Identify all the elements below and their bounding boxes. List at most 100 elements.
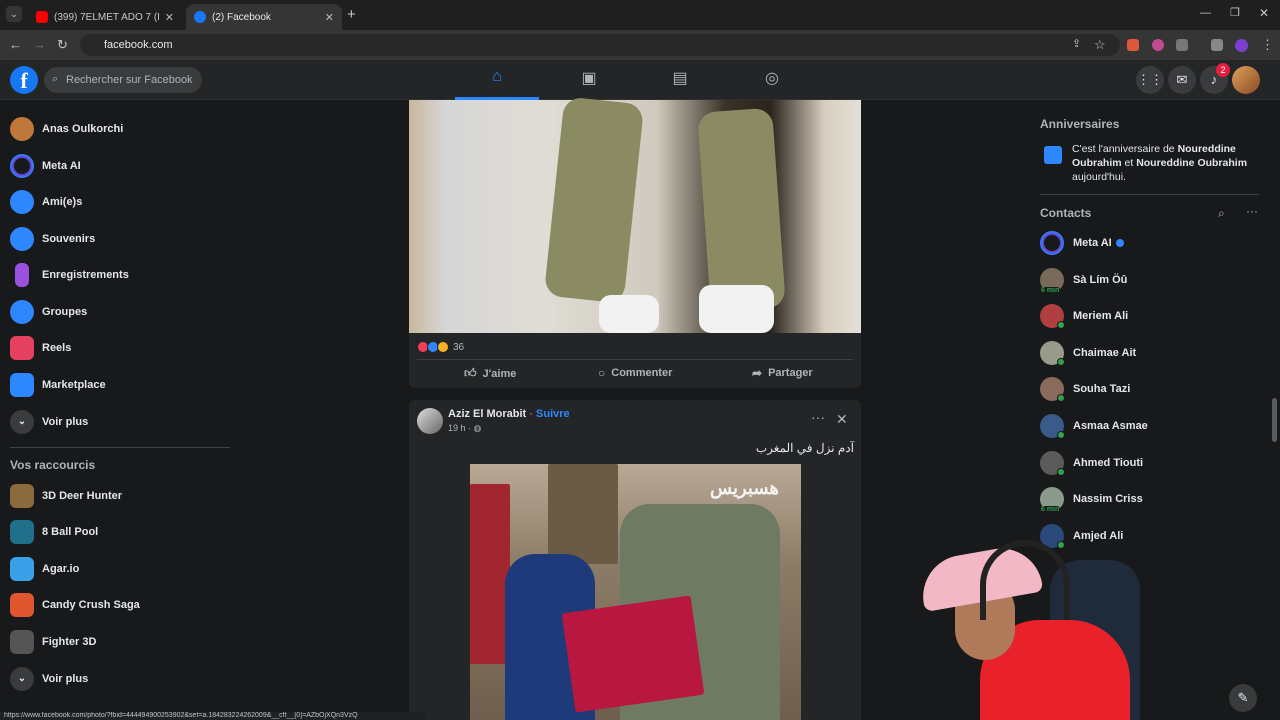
post-photo[interactable]: [409, 96, 861, 333]
close-icon[interactable]: ✕: [165, 11, 174, 24]
shortcut-item[interactable]: 3D Deer Hunter: [10, 482, 122, 510]
follow-link[interactable]: Suivre: [536, 408, 570, 420]
facebook-logo[interactable]: f: [10, 66, 38, 94]
reaction-summary[interactable]: 36: [417, 341, 464, 353]
marketplace-icon[interactable]: ▤: [638, 68, 722, 100]
minimize-icon[interactable]: —: [1200, 7, 1211, 19]
tab-youtube[interactable]: (399) 7ELMET ADO 7 (Prod. By ✕: [28, 4, 182, 30]
avatar: [1040, 451, 1065, 476]
flag-shape: [470, 484, 510, 664]
post-meta: 19 h · ◍: [448, 423, 482, 433]
forward-icon[interactable]: →: [33, 37, 46, 52]
contact-item[interactable]: Meta AI: [1040, 229, 1124, 257]
more-options-icon[interactable]: ···: [811, 409, 825, 425]
last-active-badge: 6 min: [1040, 506, 1061, 513]
sidebar-item-label: Reels: [42, 342, 72, 354]
puzzle-icon[interactable]: [1176, 39, 1188, 51]
sidebar-item-reels[interactable]: Reels: [10, 334, 71, 362]
window-close-icon[interactable]: ✕: [1259, 6, 1269, 20]
shop-icon: [10, 373, 34, 397]
contact-item[interactable]: Souha Tazi: [1040, 375, 1130, 403]
contact-name: Nassim Criss: [1073, 493, 1143, 505]
install-icon[interactable]: ⇪: [1072, 37, 1081, 50]
contact-item[interactable]: 6 min Nassim Criss: [1040, 485, 1143, 513]
sidebar-item-profile[interactable]: Anas Oulkorchi: [10, 115, 123, 143]
sidebar-item-saved[interactable]: Enregistrements: [10, 261, 129, 289]
close-icon[interactable]: ✕: [836, 411, 848, 428]
tab-label: (399) 7ELMET ADO 7 (Prod. By: [54, 11, 159, 23]
home-icon[interactable]: ⌂: [455, 68, 539, 100]
shortcut-label: 8 Ball Pool: [42, 526, 99, 538]
comment-icon: ○: [598, 366, 606, 380]
shortcut-label: Candy Crush Saga: [42, 599, 140, 611]
maximize-icon[interactable]: ❐: [1230, 6, 1240, 19]
online-indicator: [1057, 321, 1065, 329]
share-button[interactable]: ➦ Partager: [752, 366, 813, 380]
profile-icon[interactable]: [1235, 39, 1248, 52]
shortcut-item[interactable]: Candy Crush Saga: [10, 591, 140, 619]
sidebar-item-label: Anas Oulkorchi: [42, 123, 124, 135]
messenger-icon[interactable]: ✉: [1168, 66, 1196, 94]
birthday-notice[interactable]: C'est l'anniversaire de Noureddine Oubra…: [1072, 142, 1257, 184]
new-tab-button[interactable]: +: [347, 6, 356, 23]
facebook-header: f Rechercher sur Facebook ⌕ ⌂ ▣ ▤ ◎ ⋮⋮ ✉…: [0, 60, 1280, 100]
sidebar-item-label: Voir plus: [42, 673, 89, 685]
birthday-prefix: C'est l'anniversaire de: [1072, 143, 1178, 155]
sidebar-item-groups[interactable]: Groupes: [10, 298, 87, 326]
extension-icon[interactable]: [1127, 39, 1139, 51]
clock-icon: [10, 227, 34, 251]
scrollbar-thumb[interactable]: [1272, 398, 1277, 442]
account-avatar[interactable]: [1232, 66, 1260, 94]
game-icon: [10, 557, 34, 581]
search-input[interactable]: Rechercher sur Facebook: [44, 67, 202, 93]
tab-facebook[interactable]: (2) Facebook ✕: [186, 4, 342, 30]
divider: [10, 447, 230, 448]
avatar: [10, 117, 34, 141]
shortcuts-see-more[interactable]: ⌄ Voir plus: [10, 665, 88, 693]
post-photo[interactable]: هسبريس: [470, 464, 801, 720]
reload-icon[interactable]: ↻: [57, 37, 68, 53]
avatar: 6 min: [1040, 268, 1064, 294]
shoe-shape: [699, 285, 774, 333]
reading-list-icon[interactable]: [1211, 39, 1223, 51]
back-icon[interactable]: ←: [9, 37, 22, 52]
menu-grid-icon[interactable]: ⋮⋮: [1136, 66, 1164, 94]
post-author-line: Aziz El Morabit · Suivre: [448, 408, 570, 420]
address-input[interactable]: facebook.com: [80, 34, 1120, 56]
more-options-icon[interactable]: ···: [1246, 204, 1258, 218]
contact-item[interactable]: 6 min Sà Lím Öû: [1040, 266, 1127, 294]
post-author[interactable]: Aziz El Morabit: [448, 408, 526, 420]
sidebar-see-more[interactable]: ⌄ Voir plus: [10, 408, 88, 436]
sidebar-item-label: Souvenirs: [42, 233, 96, 245]
search-icon[interactable]: ⌕: [1218, 206, 1225, 221]
extension-icon[interactable]: [1152, 39, 1164, 51]
contact-item[interactable]: Chaimae Ait: [1040, 339, 1136, 367]
post-time[interactable]: 19 h: [448, 423, 466, 433]
like-button[interactable]: 👍︎ J'aime: [464, 366, 516, 381]
shortcut-item[interactable]: Agar.io: [10, 555, 79, 583]
globe-icon: ◍: [473, 423, 482, 433]
tab-list-icon[interactable]: ⌄: [6, 6, 22, 22]
bookmark-star-icon[interactable]: ☆: [1094, 37, 1106, 53]
sidebar-item-memories[interactable]: Souvenirs: [10, 225, 95, 253]
avatar[interactable]: [417, 408, 443, 434]
shortcut-item[interactable]: 8 Ball Pool: [10, 518, 98, 546]
contact-item[interactable]: Ahmed Tiouti: [1040, 449, 1143, 477]
gaming-icon[interactable]: ◎: [730, 68, 814, 100]
search-icon: ⌕: [52, 73, 59, 85]
new-message-icon[interactable]: ✎: [1229, 684, 1257, 712]
share-label: Partager: [768, 367, 813, 379]
video-icon[interactable]: ▣: [547, 68, 631, 100]
shortcut-item[interactable]: Fighter 3D: [10, 628, 96, 656]
sidebar-item-marketplace[interactable]: Marketplace: [10, 371, 106, 399]
more-vert-icon[interactable]: ⋮: [1261, 37, 1274, 53]
shortcut-label: 3D Deer Hunter: [42, 490, 123, 502]
comment-button[interactable]: ○ Commenter: [598, 366, 672, 380]
sidebar-item-meta-ai[interactable]: Meta AI: [10, 152, 81, 180]
sidebar-item-friends[interactable]: Ami(e)s: [10, 188, 82, 216]
contact-name: Meriem Ali: [1073, 310, 1129, 322]
contact-item[interactable]: Asmaa Asmae: [1040, 412, 1148, 440]
close-icon[interactable]: ✕: [325, 11, 334, 24]
portrait-frame: [548, 464, 618, 564]
contact-item[interactable]: Meriem Ali: [1040, 302, 1128, 330]
